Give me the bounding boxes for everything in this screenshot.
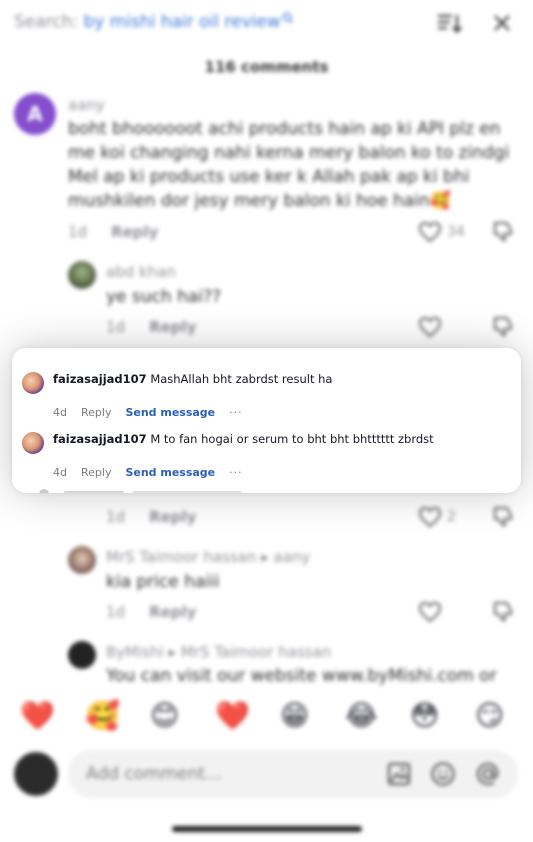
popup-comment-row: faizasajjad107 MashAllah bht zabrdst res… bbox=[12, 360, 521, 420]
emoji-button[interactable]: 🥰 bbox=[85, 698, 120, 734]
emoji-button[interactable]: 😁 bbox=[280, 698, 309, 734]
avatar[interactable] bbox=[68, 261, 96, 289]
comment-time: 4d bbox=[53, 466, 67, 479]
comment-time: 4d bbox=[53, 406, 67, 419]
search-prefix: Search: bbox=[14, 12, 84, 32]
comment-meta: 1d Reply bbox=[106, 603, 196, 621]
avatar[interactable] bbox=[68, 641, 96, 669]
reply-button[interactable]: Reply bbox=[149, 318, 196, 336]
avatar[interactable] bbox=[22, 432, 44, 454]
comment-author[interactable]: abd khan bbox=[106, 263, 176, 281]
comment-text: You can visit our website www.byMishi.co… bbox=[106, 666, 497, 686]
more-options-icon[interactable]: ··· bbox=[229, 406, 243, 419]
comment-text: kia price haiii bbox=[106, 572, 220, 592]
emoji-button[interactable]: ❤️ bbox=[20, 698, 55, 734]
emoji-button[interactable]: 😊 bbox=[150, 698, 179, 734]
comment-text: M to fan hogai or serum to bht bht bhttt… bbox=[150, 432, 434, 446]
dislike-icon[interactable] bbox=[491, 599, 515, 623]
comment-time: 1d bbox=[106, 318, 126, 336]
comment-input[interactable] bbox=[86, 764, 366, 784]
emoji-icon[interactable] bbox=[430, 761, 456, 787]
home-indicator bbox=[172, 826, 362, 832]
emoji-quick-bar: ❤️ 🥰 😊 ❤️ 😁 😂 😳 😏 bbox=[0, 690, 533, 744]
avatar[interactable]: A bbox=[14, 93, 56, 135]
popup-comment-line: faizasajjad107 MashAllah bht zabrdst res… bbox=[53, 372, 332, 386]
emoji-button[interactable]: ❤️ bbox=[215, 698, 250, 734]
popup-comment-meta: 4d Reply Send message ··· bbox=[53, 406, 243, 419]
comment-text: MashAllah bht zabrdst result ha bbox=[150, 372, 333, 386]
close-icon[interactable] bbox=[490, 11, 514, 35]
image-icon[interactable] bbox=[386, 761, 412, 787]
heart-icon[interactable] bbox=[418, 601, 442, 623]
comment-text: boht bhoooooot achi products hain ap ki … bbox=[68, 119, 510, 211]
more-options-icon[interactable]: ··· bbox=[229, 466, 243, 479]
reply-button[interactable]: Reply bbox=[81, 406, 111, 419]
comment-author[interactable]: ByMishi ▸ MrS Taimoor hassan bbox=[106, 643, 331, 661]
comment-author[interactable]: aany bbox=[68, 96, 105, 114]
search-query-text[interactable]: by mishi hair oil review bbox=[84, 12, 281, 32]
comment-time: 1d bbox=[68, 223, 88, 241]
emoji-button[interactable]: 😳 bbox=[410, 698, 439, 734]
heart-icon[interactable] bbox=[418, 316, 442, 338]
comment-meta: 1d Reply bbox=[106, 318, 196, 336]
dislike-icon[interactable] bbox=[491, 219, 515, 243]
comment-meta: 1d Reply bbox=[106, 508, 196, 526]
comment-text: ye such hai?? bbox=[106, 287, 222, 307]
dislike-icon[interactable] bbox=[491, 314, 515, 338]
user-avatar bbox=[14, 752, 58, 796]
reply-button[interactable]: Reply bbox=[81, 466, 111, 479]
heart-icon[interactable] bbox=[418, 506, 442, 528]
search-icon bbox=[282, 12, 293, 23]
comment-input-box[interactable] bbox=[68, 750, 518, 798]
reply-button[interactable]: Reply bbox=[149, 508, 196, 526]
like-count: 2 bbox=[447, 509, 456, 525]
avatar[interactable] bbox=[22, 372, 44, 394]
dislike-icon[interactable] bbox=[491, 504, 515, 528]
mention-icon[interactable] bbox=[475, 761, 501, 787]
send-message-link[interactable]: Send message bbox=[125, 466, 215, 479]
comments-header: Search: by mishi hair oil review bbox=[0, 0, 533, 48]
comment-author[interactable]: faizasajjad107 bbox=[53, 372, 147, 386]
send-message-link[interactable]: Send message bbox=[125, 406, 215, 419]
search-query-link[interactable]: Search: by mishi hair oil review bbox=[14, 12, 294, 32]
reply-button[interactable]: Reply bbox=[149, 603, 196, 621]
emoji-button[interactable]: 😂 bbox=[345, 698, 378, 734]
avatar[interactable] bbox=[68, 546, 96, 574]
reply-button[interactable]: Reply bbox=[111, 223, 158, 241]
sort-icon[interactable] bbox=[436, 12, 462, 34]
comment-time: 1d bbox=[106, 603, 126, 621]
comment-meta: 1d Reply bbox=[68, 223, 158, 241]
popup-comment-line: faizasajjad107 M to fan hogai or serum t… bbox=[53, 432, 434, 446]
comment-time: 1d bbox=[106, 508, 126, 526]
popup-comment-meta: 4d Reply Send message ··· bbox=[53, 466, 243, 479]
heart-icon[interactable] bbox=[418, 221, 442, 243]
comments-popup-card: faizasajjad107 MashAllah bht zabrdst res… bbox=[12, 348, 521, 493]
like-count: 34 bbox=[447, 224, 465, 240]
popup-comment-row: faizasajjad107 M to fan hogai or serum t… bbox=[12, 420, 521, 480]
comment-author[interactable]: faizasajjad107 bbox=[53, 432, 147, 446]
comment-count: 116 comments bbox=[204, 58, 329, 76]
cut-off-row-hint bbox=[39, 489, 242, 493]
comment-author[interactable]: MrS Taimoor hassan ▸ aany bbox=[106, 548, 310, 566]
emoji-button[interactable]: 😏 bbox=[475, 698, 504, 734]
